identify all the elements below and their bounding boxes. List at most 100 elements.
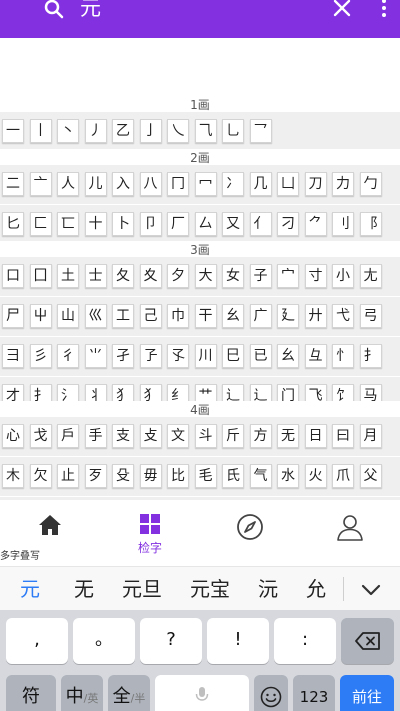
radical-key[interactable]: 无 [277,424,299,448]
radical-key[interactable]: ⺌ [84,344,107,368]
radical-key[interactable]: 比 [167,464,189,488]
radical-key[interactable]: 冫 [222,172,244,196]
radical-key[interactable]: 幺 [277,344,299,368]
radical-key[interactable]: 氏 [222,464,244,488]
radical-key[interactable]: 女 [222,264,244,288]
radical-key[interactable]: 寸 [304,264,327,288]
search-icon[interactable] [42,0,66,21]
radical-key[interactable]: 宀 [277,264,299,288]
radical-key[interactable]: 廴 [277,304,299,328]
radical-key[interactable]: 殳 [112,464,134,488]
radical-key[interactable]: 山 [57,304,79,328]
radical-key[interactable]: 夊 [139,264,162,288]
radical-key[interactable]: 父 [359,464,382,488]
radical-key[interactable]: 匚 [29,212,52,236]
radical-key[interactable]: 彡 [29,344,52,368]
full-half-width-key[interactable]: 全/半 [108,675,150,711]
radical-key[interactable]: 囗 [29,264,52,288]
radical-key[interactable]: 厂 [167,212,189,236]
radical-key[interactable]: 二 [2,172,24,196]
radical-key[interactable]: 斤 [222,424,244,448]
radical-key[interactable]: 弋 [332,304,354,328]
radical-key[interactable]: 丶 [57,119,79,143]
key-period[interactable]: 。 [73,618,135,664]
emoji-key[interactable] [254,675,288,711]
candidate-word[interactable]: 元旦 [122,575,162,603]
radical-key[interactable]: ⺄ [194,119,217,143]
chevron-down-icon[interactable] [358,577,384,603]
radical-key[interactable]: 气 [249,464,272,488]
more-vertical-icon[interactable] [376,0,392,20]
radical-key[interactable]: 小 [332,264,354,288]
radical-key[interactable]: 乙 [112,119,134,143]
radical-key[interactable]: 一 [2,119,24,143]
key-comma[interactable]: , [6,618,68,664]
radical-key[interactable]: 几 [249,172,272,196]
radical-key[interactable]: 火 [304,464,327,488]
radical-key[interactable]: 巳 [222,344,244,368]
radical-key[interactable]: 力 [332,172,354,196]
radical-key[interactable]: 士 [84,264,107,288]
candidate-word[interactable]: 元宝 [190,575,230,603]
radical-key[interactable]: 夂 [112,264,134,288]
radical-key[interactable]: 日 [304,424,327,448]
radical-key[interactable]: 弓 [359,304,382,328]
radical-key[interactable]: ⺈ [304,212,327,236]
radical-key[interactable]: 刀 [304,172,327,196]
radical-key[interactable]: 孓 [167,344,189,368]
radical-key[interactable]: 心 [2,424,24,448]
radical-key[interactable]: 文 [167,424,189,448]
radical-key[interactable]: 冂 [167,172,189,196]
key-exclamation[interactable]: ! [207,618,269,664]
radical-key[interactable]: 入 [112,172,134,196]
radical-key[interactable]: 又 [222,212,244,236]
radical-key[interactable]: 勹 [359,172,382,196]
radical-key[interactable]: 木 [2,464,24,488]
radical-key[interactable]: 亅 [139,119,162,143]
radical-key[interactable]: 干 [194,304,217,328]
number-key[interactable]: 123 [293,675,335,711]
backspace-key[interactable] [341,618,394,664]
candidate-word[interactable]: 允 [306,575,326,603]
candidate-word[interactable]: 元 [20,575,40,603]
radical-key[interactable]: ⺅ [249,212,272,236]
search-query[interactable]: 元 [80,0,101,20]
symbol-key[interactable]: 符 [6,675,56,711]
candidate-word[interactable]: 沅 [258,575,278,603]
radical-key[interactable]: 已 [249,344,272,368]
enter-key[interactable]: 前往 [340,675,394,711]
radical-key[interactable]: 攴 [139,424,162,448]
radical-key[interactable]: 亠 [29,172,52,196]
radical-key[interactable]: 大 [194,264,217,288]
radical-key[interactable]: 凵 [277,172,299,196]
chinese-english-key[interactable]: 中/英 [61,675,103,711]
radical-key[interactable]: 廾 [304,304,327,328]
radical-key[interactable]: 月 [359,424,382,448]
radical-key[interactable]: 工 [112,304,134,328]
radical-key[interactable]: 匕 [2,212,24,236]
radical-key[interactable]: 歹 [84,464,107,488]
nav-profile[interactable] [300,500,400,566]
nav-compass[interactable] [200,500,300,566]
radical-key[interactable]: 广 [249,304,272,328]
radical-key[interactable]: 己 [139,304,162,328]
radical-key[interactable]: 毋 [139,464,162,488]
radical-key[interactable]: 巛 [84,304,107,328]
radical-key[interactable]: 支 [112,424,134,448]
radical-key[interactable]: 尢 [359,264,382,288]
radical-key[interactable]: 丨 [29,119,52,143]
radical-key[interactable]: 乚 [222,119,244,143]
radical-key[interactable]: 卩 [139,212,162,236]
radical-key[interactable]: 川 [194,344,217,368]
radical-key[interactable]: 彳 [57,344,79,368]
radical-key[interactable]: 爪 [332,464,354,488]
close-icon[interactable] [330,0,354,20]
radical-key[interactable]: 幺 [222,304,244,328]
radical-key[interactable]: 十 [84,212,107,236]
space-key[interactable] [155,675,249,711]
radical-key[interactable]: 止 [57,464,79,488]
radical-key[interactable]: 儿 [84,172,107,196]
radical-key[interactable]: 夕 [167,264,189,288]
radical-key[interactable]: 斗 [194,424,217,448]
radical-key[interactable]: 冖 [194,172,217,196]
